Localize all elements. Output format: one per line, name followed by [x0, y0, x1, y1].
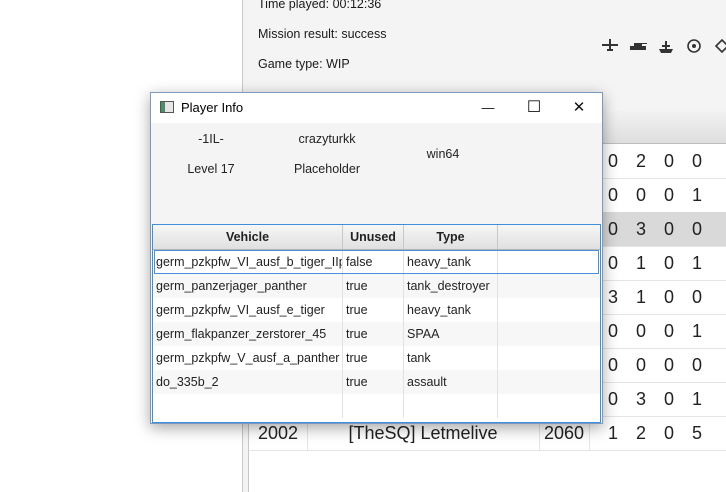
dialog-title: Player Info — [181, 100, 244, 115]
stat-cell: 3 — [635, 219, 646, 239]
player-tag: -1IL- — [198, 132, 224, 146]
vehicle-row[interactable] — [153, 394, 600, 418]
stat-cell: 0 — [635, 355, 646, 375]
app-icon — [160, 101, 174, 113]
vehicle-row[interactable]: do_335b_2 true assault — [153, 370, 600, 394]
stat-cell: 1 — [691, 253, 702, 273]
stat-cell: 0 — [663, 219, 674, 239]
stat-cell: 0 — [691, 219, 702, 239]
maximize-button[interactable]: ☐ — [511, 93, 557, 123]
vehicle-filler-cell — [498, 370, 600, 394]
stat-cell: 2 — [635, 423, 646, 443]
stat-cell: 0 — [663, 423, 674, 443]
minimize-button[interactable]: — — [465, 93, 511, 123]
vehicle-unused-cell: false — [343, 250, 404, 274]
stat-cell: 3 — [635, 389, 646, 409]
stat-cell: 0 — [691, 287, 702, 307]
vehicle-unused-cell: true — [343, 370, 404, 394]
vehicle-type-cell: heavy_tank — [404, 250, 498, 274]
stat-cell: 0 — [663, 151, 674, 171]
player-placeholder: Placeholder — [293, 162, 360, 176]
vehicle-filler-cell — [498, 322, 600, 346]
stat-cell: 0 — [663, 253, 674, 273]
stat-cell: 5 — [691, 423, 702, 443]
vehicle-row[interactable]: germ_panzerjager_panther true tank_destroy… — [153, 274, 600, 298]
stat-cell: 0 — [691, 355, 702, 375]
vehicle-filler-cell — [498, 298, 600, 322]
ship-icon[interactable] — [654, 38, 678, 57]
column-header-filler — [498, 225, 600, 249]
vehicle-name-cell — [153, 394, 343, 418]
vehicle-filler-cell — [498, 346, 600, 370]
tank-icon[interactable] — [626, 38, 650, 55]
vehicle-name-cell: germ_panzerjager_panther — [153, 274, 343, 298]
vehicle-row[interactable]: germ_pzkpfw_V_ausf_a_panther true tank — [153, 346, 600, 370]
column-header-type[interactable]: Type — [404, 225, 498, 249]
stat-cell: 0 — [635, 321, 646, 341]
vehicles-table-header: Vehicle Unused Type — [153, 225, 600, 250]
stat-cell: 0 — [607, 253, 618, 273]
stat-cell: 0 — [607, 219, 618, 239]
player-level: Level 17 — [187, 162, 235, 176]
vehicle-type-cell: heavy_tank — [404, 298, 498, 322]
vehicle-type-cell: tank — [404, 346, 498, 370]
vehicle-type-cell: tank_destroyer — [404, 274, 498, 298]
mission-result-label: Mission result: success — [258, 27, 387, 41]
stat-cell: 3 — [607, 287, 618, 307]
vehicle-name-cell: germ_flakpanzer_zerstorer_45 — [153, 322, 343, 346]
stat-cell: 0 — [607, 355, 618, 375]
vehicle-type-cell: SPAA — [404, 322, 498, 346]
diamond-icon[interactable] — [710, 38, 726, 57]
stat-cell: 0 — [635, 185, 646, 205]
vehicle-name-cell: germ_pzkpfw_VI_ausf_b_tiger_IIp — [153, 250, 343, 274]
vehicle-type-cell — [404, 394, 498, 418]
stat-cell: 1 — [691, 389, 702, 409]
column-header-vehicle[interactable]: Vehicle — [153, 225, 343, 249]
player-platform: win64 — [426, 147, 460, 161]
stat-cell: 1 — [691, 321, 702, 341]
player-name: crazyturkk — [298, 132, 356, 146]
vehicle-unused-cell: true — [343, 298, 404, 322]
stat-cell: 1 — [635, 287, 646, 307]
vehicle-unused-cell: true — [343, 274, 404, 298]
dialog-titlebar[interactable]: Player Info — ☐ ✕ — [151, 93, 602, 123]
game-type-label: Game type: WIP — [258, 57, 350, 71]
vehicle-type-cell: assault — [404, 370, 498, 394]
time-played-label: Time played: 00:12:36 — [258, 0, 382, 11]
stat-cell: 1 — [607, 423, 618, 443]
stat-cell: 1 — [635, 253, 646, 273]
vehicle-name-cell: germ_pzkpfw_V_ausf_a_panther — [153, 346, 343, 370]
vehicle-name-cell: germ_pzkpfw_VI_ausf_e_tiger — [153, 298, 343, 322]
stat-cell: 0 — [663, 287, 674, 307]
stat-cell: 0 — [607, 321, 618, 341]
vehicles-table[interactable]: Vehicle Unused Type germ_pzkpfw_VI_ausf_… — [152, 224, 601, 423]
vehicle-filler-cell — [498, 394, 600, 418]
vehicle-row[interactable]: germ_pzkpfw_VI_ausf_e_tiger true heavy_tan… — [153, 298, 600, 322]
laurel-icon[interactable] — [682, 38, 706, 57]
vehicle-row[interactable]: germ_pzkpfw_VI_ausf_b_tiger_IIp false heav… — [153, 250, 600, 274]
vehicle-filler-cell — [498, 250, 600, 274]
stat-cell: 0 — [607, 185, 618, 205]
stat-cell: 0 — [663, 185, 674, 205]
stat-cell: 0 — [607, 151, 618, 171]
vehicle-unused-cell — [343, 394, 404, 418]
stat-cell: 2 — [635, 151, 646, 171]
stat-cell: 0 — [663, 321, 674, 341]
vehicle-filler-cell — [498, 274, 600, 298]
stat-cell: 0 — [663, 389, 674, 409]
stat-cell: 1 — [691, 185, 702, 205]
plane-icon[interactable] — [598, 38, 622, 55]
vehicle-unused-cell: true — [343, 346, 404, 370]
vehicle-row[interactable]: germ_flakpanzer_zerstorer_45 true SPAA — [153, 322, 600, 346]
stat-cell: 0 — [691, 151, 702, 171]
stat-cell: 0 — [607, 389, 618, 409]
stat-cell: 0 — [663, 355, 674, 375]
column-header-unused[interactable]: Unused — [343, 225, 404, 249]
vehicle-unused-cell: true — [343, 322, 404, 346]
player-info-dialog: Player Info — ☐ ✕ -1IL- crazyturkk Level… — [150, 92, 603, 424]
close-button[interactable]: ✕ — [556, 93, 602, 123]
vehicle-name-cell: do_335b_2 — [153, 370, 343, 394]
